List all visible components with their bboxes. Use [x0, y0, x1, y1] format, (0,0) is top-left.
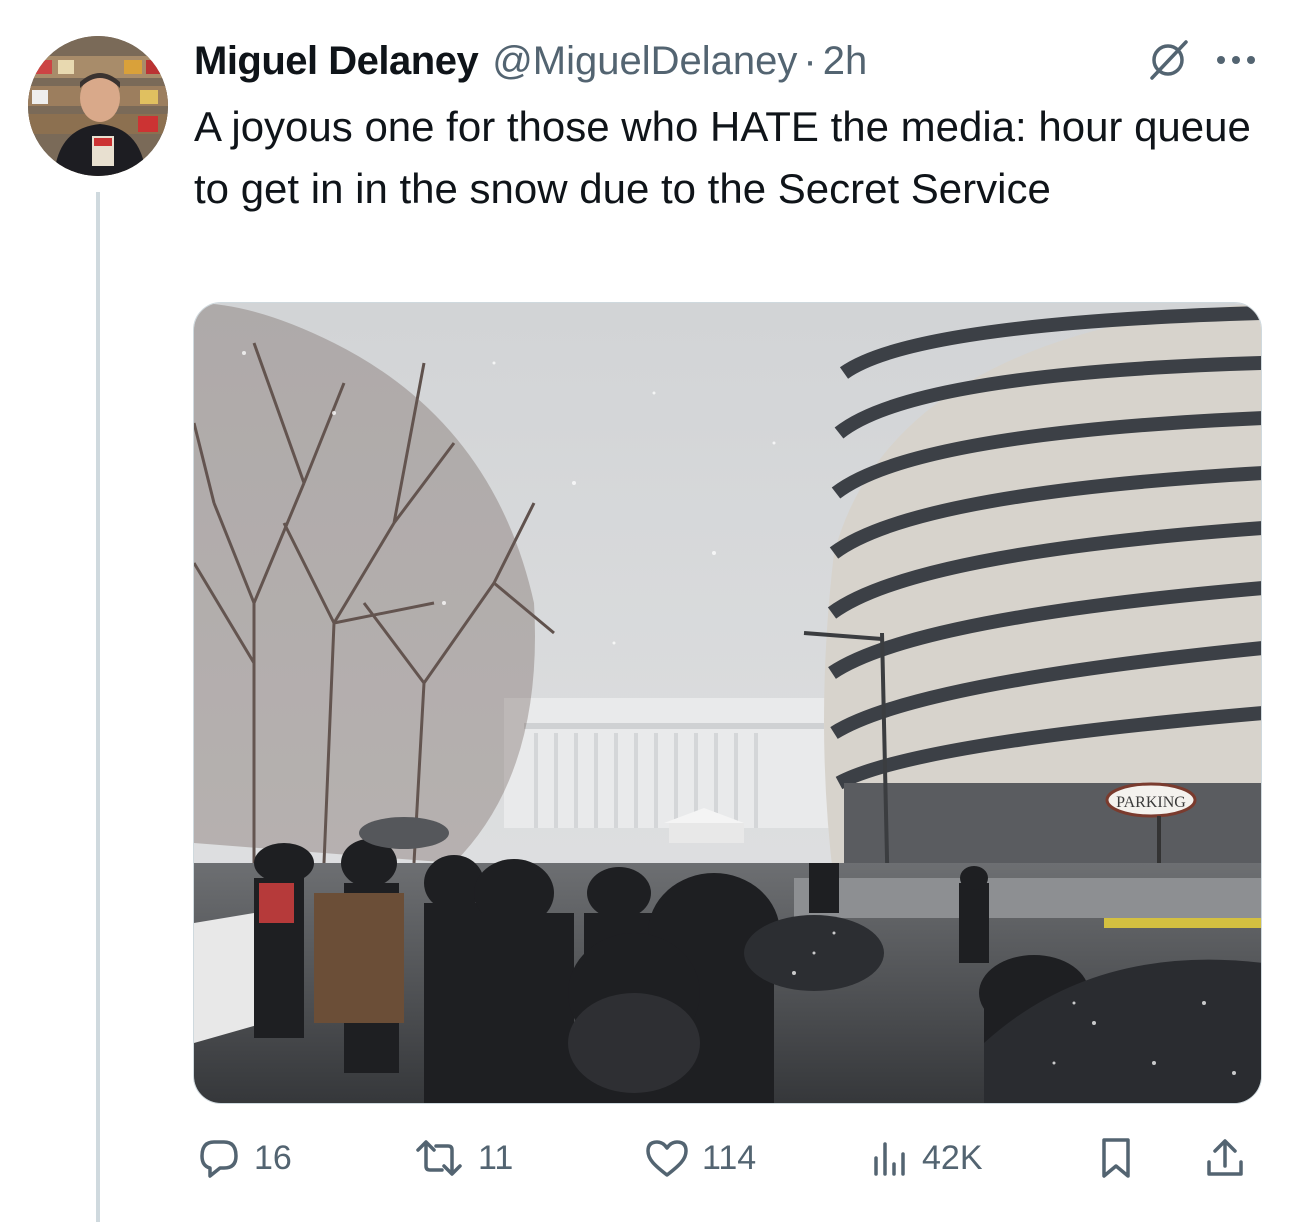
reply-count: 16	[254, 1138, 292, 1177]
like-icon	[644, 1137, 690, 1179]
share-icon	[1204, 1136, 1246, 1180]
reply-button[interactable]: 16	[196, 1130, 292, 1186]
avatar[interactable]	[28, 36, 168, 176]
tweet-time[interactable]: 2h	[823, 39, 868, 84]
tweet-header: Miguel Delaney @MiguelDelaney · 2h	[194, 36, 867, 86]
tweet-photo[interactable]: PARKING	[193, 302, 1262, 1104]
repost-icon	[412, 1138, 466, 1178]
share-button[interactable]	[1204, 1130, 1246, 1186]
author-handle[interactable]: @MiguelDelaney	[492, 39, 797, 84]
grok-icon[interactable]	[1146, 38, 1190, 82]
views-button[interactable]: 42K	[870, 1130, 983, 1186]
repost-button[interactable]: 11	[412, 1130, 513, 1186]
tweet-text: A joyous one for those who HATE the medi…	[194, 103, 1251, 212]
separator-dot: ·	[803, 38, 817, 83]
author-name[interactable]: Miguel Delaney	[194, 39, 479, 84]
parking-sign-text: PARKING	[1116, 794, 1186, 811]
bookmark-icon	[1098, 1136, 1134, 1180]
like-count: 114	[702, 1138, 757, 1177]
tweet-actions: 16 11 114 42K	[194, 1130, 1258, 1186]
more-icon[interactable]	[1216, 54, 1256, 66]
like-button[interactable]: 114	[644, 1130, 756, 1186]
views-icon	[870, 1138, 910, 1178]
reply-icon	[196, 1136, 242, 1180]
bookmark-button[interactable]	[1098, 1130, 1134, 1186]
views-count: 42K	[922, 1138, 983, 1177]
thread-line	[96, 192, 100, 1222]
repost-count: 11	[478, 1138, 514, 1177]
tweet-top-actions	[1146, 38, 1256, 82]
